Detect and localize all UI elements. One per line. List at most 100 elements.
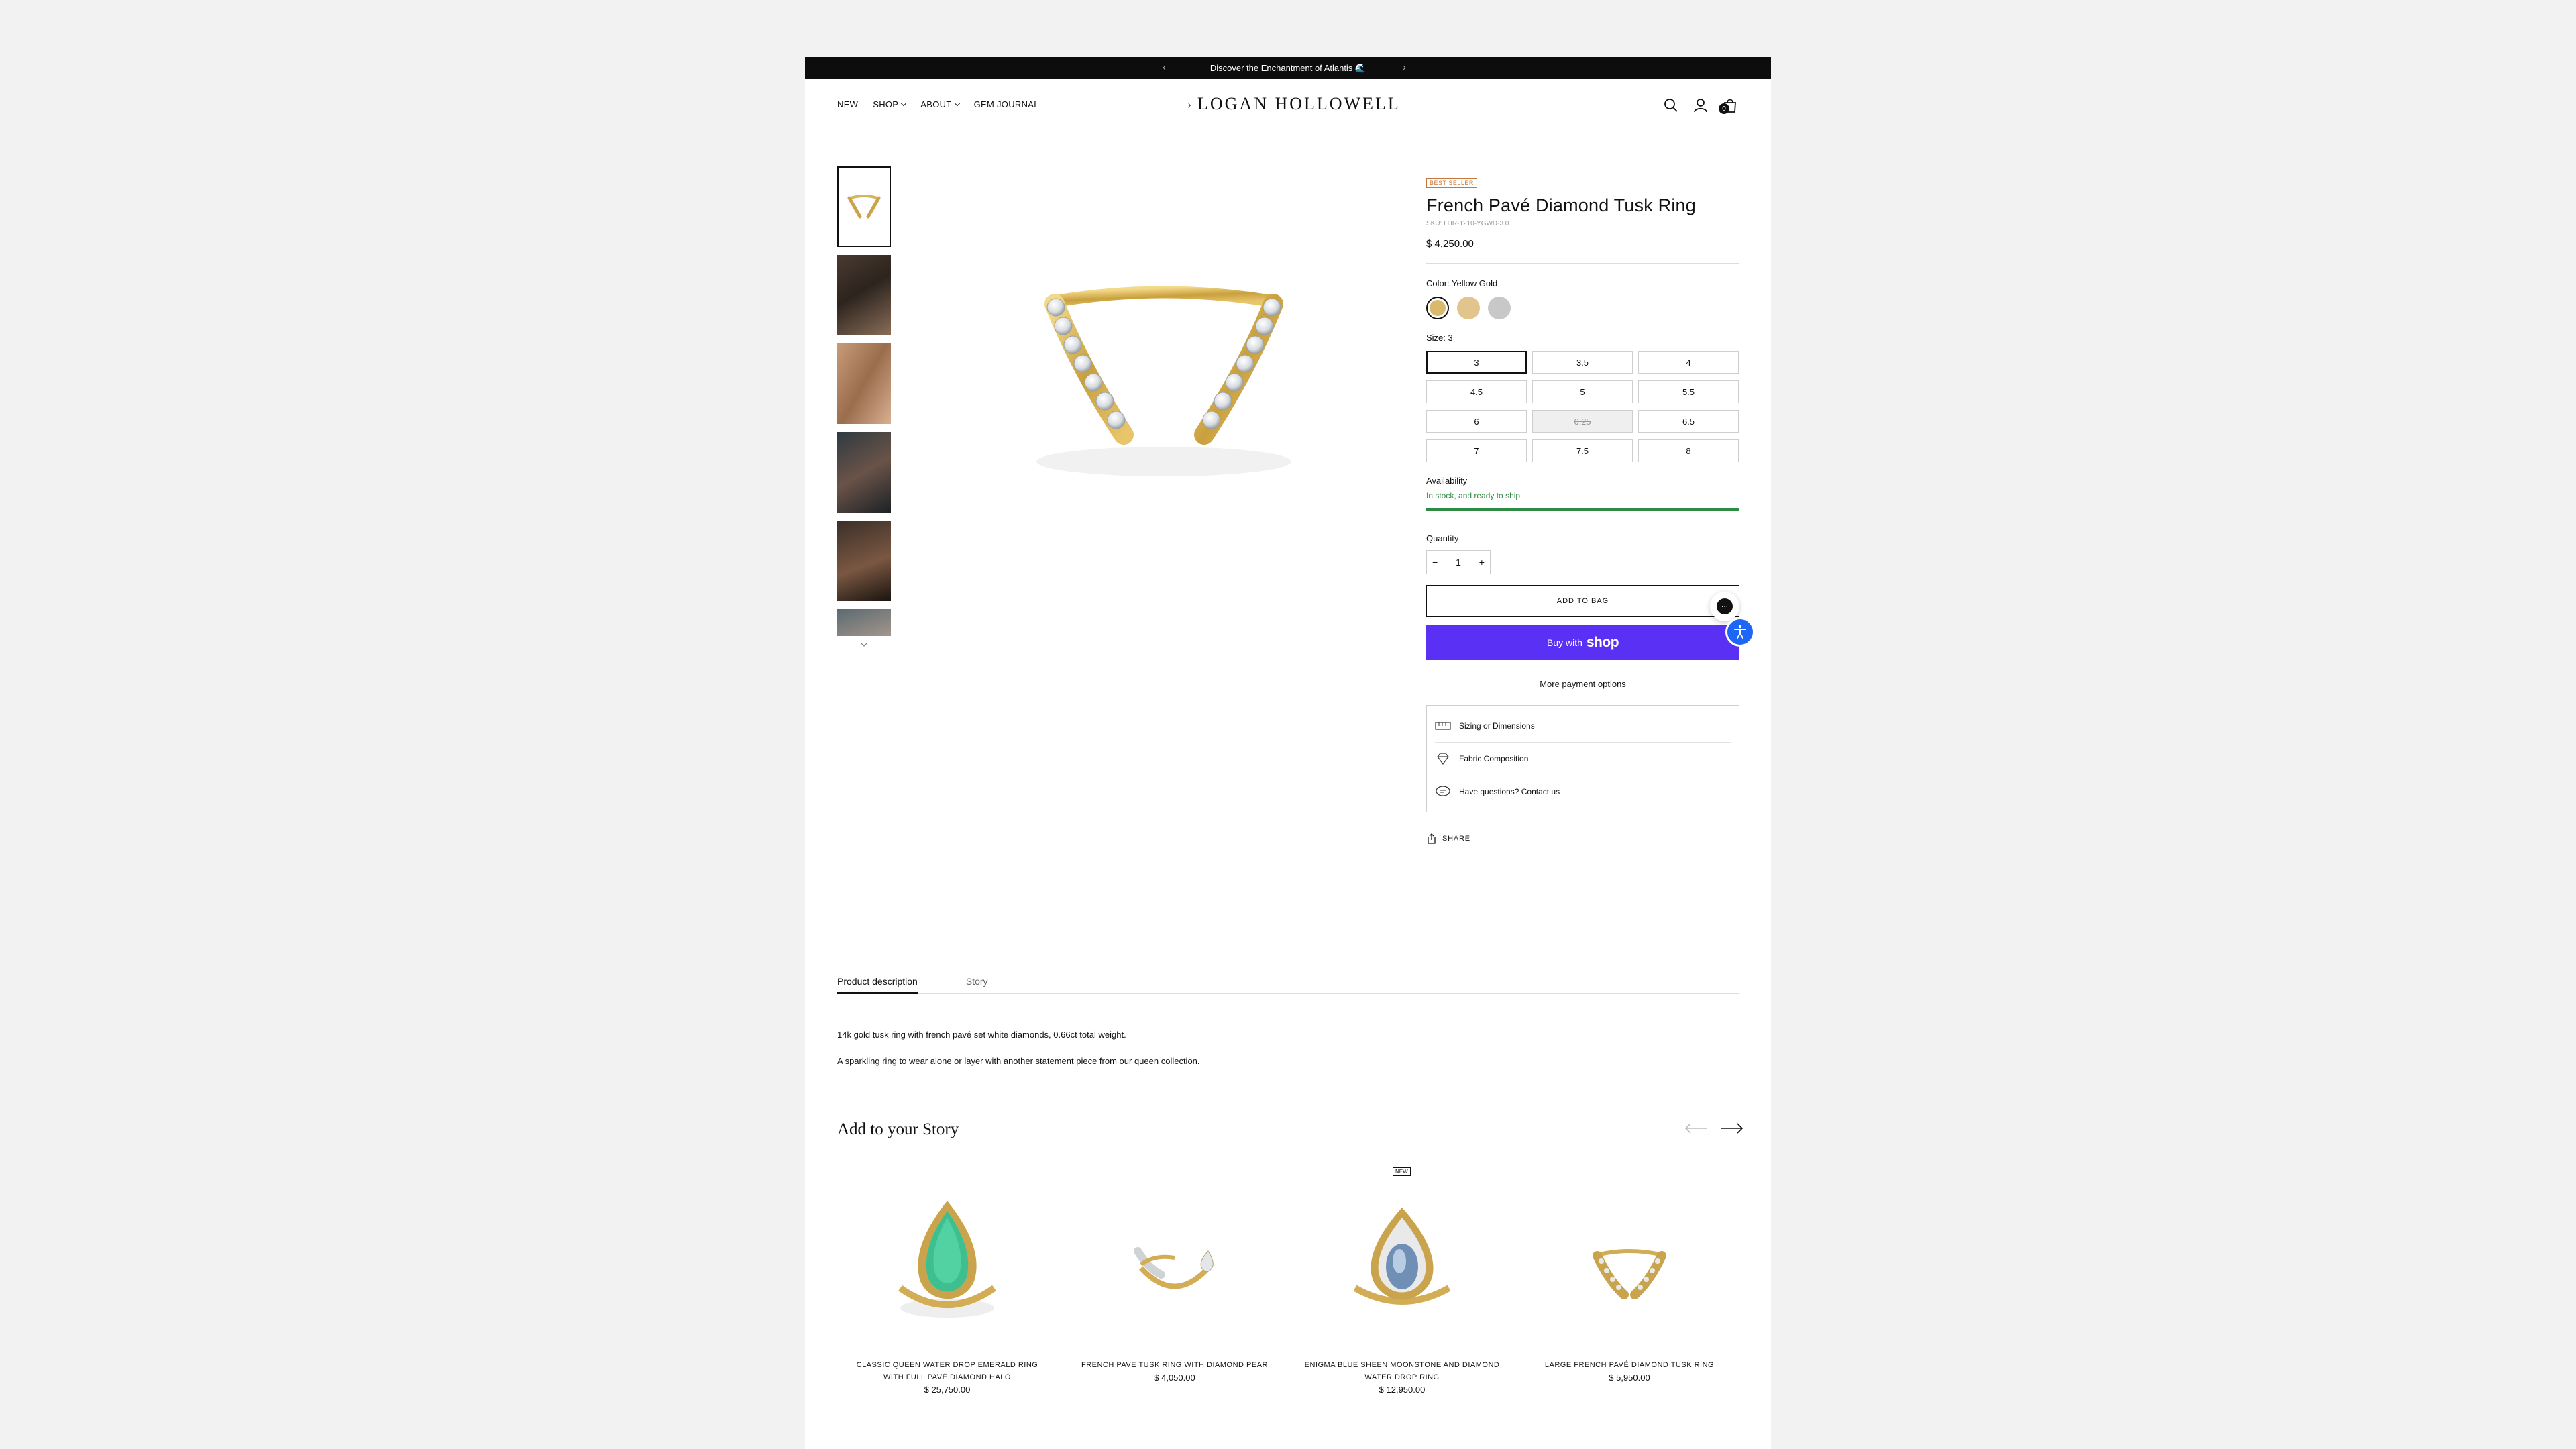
nav-new[interactable]: NEW xyxy=(837,99,858,109)
divider xyxy=(1426,263,1739,264)
size-option[interactable]: 4.5 xyxy=(1426,380,1527,403)
nav-new-label: NEW xyxy=(837,99,859,109)
product-card-image[interactable] xyxy=(837,1181,1057,1335)
fabric-composition-row[interactable]: Fabric Composition xyxy=(1435,743,1731,775)
product-card-price: $ 25,750.00 xyxy=(924,1385,971,1395)
accessibility-icon xyxy=(1734,625,1746,639)
size-option[interactable]: 7 xyxy=(1426,439,1527,462)
quantity-stepper: − 1 + xyxy=(1426,550,1491,574)
site-header: NEW SHOP ABOUT GEM JOURNAL › LOGAN HOLLO… xyxy=(805,79,1771,133)
announcement-text[interactable]: Discover the Enchantment of Atlantis 🌊 xyxy=(1210,63,1366,74)
size-option[interactable]: 8 xyxy=(1638,439,1739,462)
main-product-image[interactable] xyxy=(946,166,1382,569)
plus-icon[interactable]: + xyxy=(1479,557,1485,568)
product-card-image[interactable] xyxy=(1292,1181,1512,1335)
product-card[interactable]: LARGE FRENCH PAVÉ DIAMOND TUSK RING $ 5,… xyxy=(1519,1167,1739,1395)
availability-status: In stock, and ready to ship xyxy=(1426,491,1521,500)
product-card[interactable]: CLASSIC QUEEN WATER DROP EMERALD RING WI… xyxy=(837,1167,1057,1395)
chevron-down-icon xyxy=(901,100,907,106)
sizing-dimensions-label: Sizing or Dimensions xyxy=(1459,721,1535,731)
chat-bubble-icon xyxy=(1436,786,1450,796)
nav-shop[interactable]: SHOP xyxy=(873,99,907,109)
thumbnail-model-3[interactable] xyxy=(837,432,891,513)
buy-with-label: Buy with xyxy=(1546,637,1582,648)
size-option[interactable]: 6 xyxy=(1426,410,1527,433)
fabric-composition-label: Fabric Composition xyxy=(1459,754,1529,763)
nav-gem-journal-label: GEM JOURNAL xyxy=(973,99,1039,109)
add-to-bag-button[interactable]: ADD TO BAG xyxy=(1426,585,1739,617)
share-button[interactable]: SHARE xyxy=(1426,833,1739,845)
account-icon[interactable] xyxy=(1692,97,1709,114)
size-label: Size: 3 xyxy=(1426,333,1453,343)
size-option[interactable]: 3 xyxy=(1426,351,1527,374)
quantity-label: Quantity xyxy=(1426,533,1459,543)
product-card-price: $ 4,050.00 xyxy=(1154,1373,1195,1383)
share-label: SHARE xyxy=(1442,835,1470,843)
header-icons: 0 xyxy=(1662,97,1739,114)
thumbnail-model-2[interactable] xyxy=(837,343,891,424)
announcement-prev-icon[interactable]: ‹ xyxy=(1163,62,1166,73)
product-card[interactable]: NEW ENIGMA BLUE SHEEN MOONSTONE AND DIAM… xyxy=(1292,1167,1512,1395)
tab-product-description[interactable]: Product description xyxy=(837,976,918,994)
product-card-image[interactable] xyxy=(1065,1181,1285,1335)
product-card-name[interactable]: ENIGMA BLUE SHEEN MOONSTONE AND DIAMOND … xyxy=(1292,1359,1512,1383)
arrow-left-icon[interactable] xyxy=(1684,1120,1708,1136)
product-card-name[interactable]: FRENCH PAVE TUSK RING WITH DIAMOND PEAR xyxy=(1065,1359,1285,1371)
brand-logo-text: LOGAN HOLLOWELL xyxy=(1197,94,1401,113)
product-card-name[interactable]: LARGE FRENCH PAVÉ DIAMOND TUSK RING xyxy=(1519,1359,1739,1371)
thumbnail-model-4[interactable] xyxy=(837,521,891,601)
color-swatches xyxy=(1426,297,1739,319)
swatch-yellow-gold[interactable] xyxy=(1426,297,1449,319)
product-title: French Pavé Diamond Tusk Ring xyxy=(1426,195,1696,215)
swatch-rose-gold[interactable] xyxy=(1457,297,1480,319)
product-card-image[interactable] xyxy=(1519,1181,1739,1335)
product-card[interactable]: FRENCH PAVE TUSK RING WITH DIAMOND PEAR … xyxy=(1065,1167,1285,1395)
arrow-right-icon[interactable] xyxy=(1720,1120,1744,1136)
size-option[interactable]: 7.5 xyxy=(1532,439,1633,462)
chevron-down-icon[interactable] xyxy=(860,640,868,648)
brand-logo[interactable]: › LOGAN HOLLOWELL xyxy=(1187,94,1401,114)
recommendation-cards: CLASSIC QUEEN WATER DROP EMERALD RING WI… xyxy=(837,1167,1739,1395)
nav-about[interactable]: ABOUT xyxy=(920,99,960,109)
chevron-down-icon xyxy=(954,100,960,106)
accessibility-button[interactable] xyxy=(1725,617,1755,647)
size-option[interactable]: 3.5 xyxy=(1532,351,1633,374)
new-badge: NEW xyxy=(1393,1167,1411,1176)
size-option[interactable]: 5.5 xyxy=(1638,380,1739,403)
size-option[interactable]: 4 xyxy=(1638,351,1739,374)
thumbnail-model-1[interactable] xyxy=(837,255,891,335)
nav-shop-label: SHOP xyxy=(873,99,899,109)
ruler-icon xyxy=(1435,722,1451,730)
tab-story[interactable]: Story xyxy=(966,976,988,993)
minus-icon[interactable]: − xyxy=(1432,557,1438,568)
size-option[interactable]: 6.5 xyxy=(1638,410,1739,433)
more-payment-options-link[interactable]: More payment options xyxy=(1426,679,1739,689)
search-icon[interactable] xyxy=(1662,97,1680,114)
size-option-unavailable[interactable]: 6.25 xyxy=(1532,410,1633,433)
contact-us-row[interactable]: Have questions? Contact us xyxy=(1435,775,1731,808)
stock-indicator-bar xyxy=(1426,508,1739,511)
color-label: Color: Yellow Gold xyxy=(1426,278,1498,288)
availability-label: Availability xyxy=(1426,476,1468,486)
sizing-dimensions-row[interactable]: Sizing or Dimensions xyxy=(1435,710,1731,743)
size-grid: 3 3.5 4 4.5 5 5.5 6 6.25 6.5 7 7.5 8 xyxy=(1426,351,1739,462)
nav-gem-journal[interactable]: GEM JOURNAL xyxy=(974,99,1039,109)
thumbnail-model-5[interactable] xyxy=(837,609,891,636)
thumbnail-list xyxy=(837,166,891,648)
thumbnail-product[interactable] xyxy=(837,166,891,247)
swatch-white-gold[interactable] xyxy=(1488,297,1511,319)
buy-with-shop-button[interactable]: Buy with shop xyxy=(1426,625,1739,660)
diamond-icon xyxy=(1437,753,1449,765)
product-card-name[interactable]: CLASSIC QUEEN WATER DROP EMERALD RING WI… xyxy=(837,1359,1057,1383)
chat-widget-button[interactable]: ··· xyxy=(1710,592,1739,621)
product-info: BEST SELLER French Pavé Diamond Tusk Rin… xyxy=(1426,176,1739,845)
description-line: A sparkling ring to wear alone or layer … xyxy=(837,1056,1200,1066)
announcement-next-icon[interactable]: › xyxy=(1403,62,1406,73)
description-line: 14k gold tusk ring with french pavé set … xyxy=(837,1030,1126,1040)
chat-icon: ··· xyxy=(1717,598,1733,614)
cart-icon[interactable]: 0 xyxy=(1719,97,1739,114)
shop-logo-text: shop xyxy=(1586,635,1619,650)
size-option[interactable]: 5 xyxy=(1532,380,1633,403)
quantity-value[interactable]: 1 xyxy=(1456,557,1461,568)
recommendations-title: Add to your Story xyxy=(837,1120,959,1138)
